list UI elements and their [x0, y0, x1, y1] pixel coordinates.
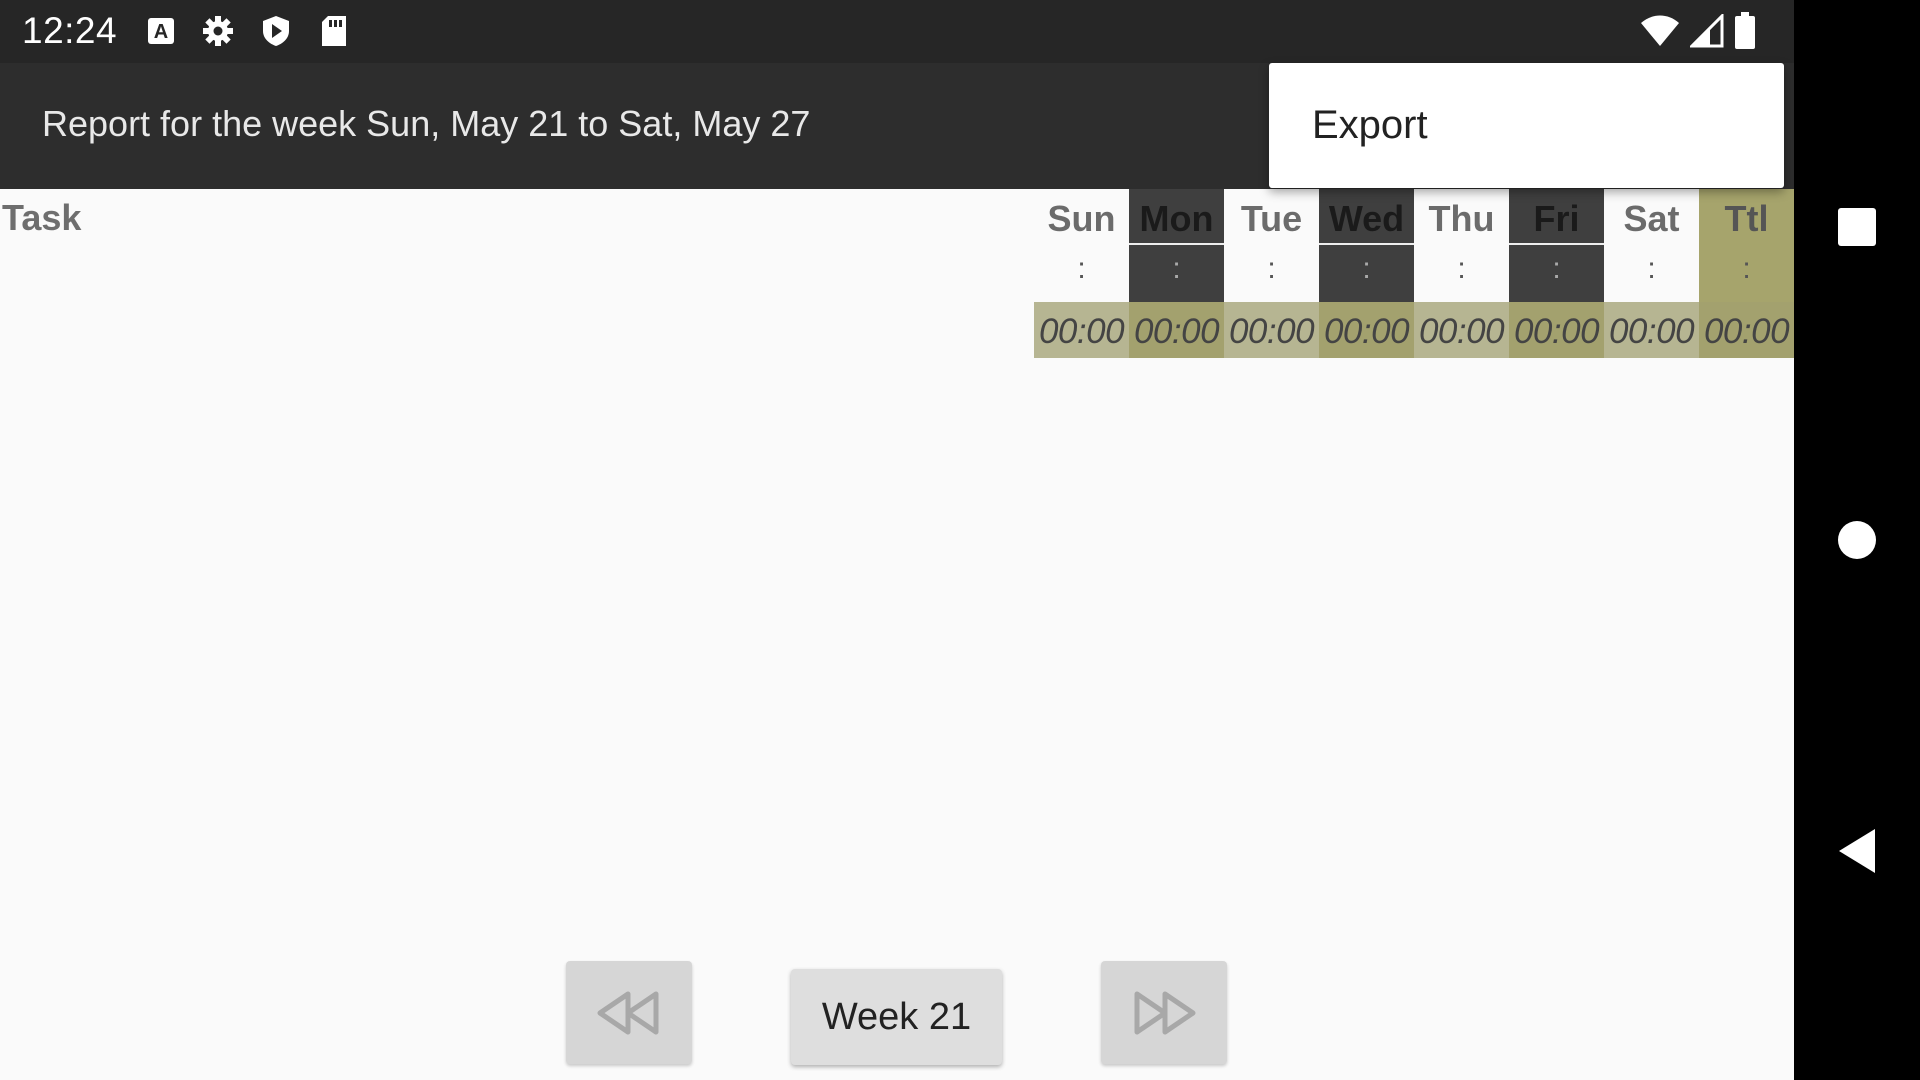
week-button[interactable]: Week 21: [791, 969, 1002, 1065]
cell-signal-icon: [1690, 14, 1724, 48]
day-total: 00:00: [1509, 302, 1604, 358]
day-total: 00:00: [1319, 302, 1414, 358]
fast-forward-icon: [1134, 991, 1196, 1034]
day-header: Fri: [1509, 189, 1604, 245]
play-shield-icon: [263, 16, 289, 46]
day-total: 00:00: [1414, 302, 1509, 358]
menu-item-export[interactable]: Export: [1312, 103, 1428, 148]
status-time: 12:24: [22, 10, 118, 51]
status-bar: 12:24 A: [0, 0, 1794, 63]
report-content: Task Sun : 00:00 Mon : 00:00 Tue : 00:00…: [0, 189, 1794, 1080]
day-header: Wed: [1319, 189, 1414, 245]
home-button[interactable]: [1794, 495, 1920, 585]
day-total: 00:00: [1604, 302, 1699, 358]
system-navigation-bar: [1794, 0, 1920, 1080]
day-total: 00:00: [1034, 302, 1129, 358]
week-total: 00:00: [1699, 302, 1794, 358]
day-time-cell: :: [1414, 245, 1509, 302]
total-column: Ttl : 00:00: [1699, 189, 1794, 358]
week-grid: Sun : 00:00 Mon : 00:00 Tue : 00:00 Wed …: [1034, 189, 1794, 358]
wifi-icon: [1641, 15, 1679, 46]
battery-icon: [1735, 12, 1755, 49]
day-column-mon: Mon : 00:00: [1129, 189, 1224, 358]
day-header: Mon: [1129, 189, 1224, 245]
total-time-cell: :: [1699, 245, 1794, 302]
overflow-menu: Export: [1269, 63, 1784, 188]
home-icon: [1838, 521, 1876, 559]
rewind-icon: [597, 991, 659, 1034]
back-button[interactable]: [1794, 806, 1920, 896]
next-week-button[interactable]: [1101, 961, 1227, 1064]
day-column-fri: Fri : 00:00: [1509, 189, 1604, 358]
day-total: 00:00: [1129, 302, 1224, 358]
day-time-cell: :: [1319, 245, 1414, 302]
sd-card-icon: [322, 16, 346, 46]
recents-button[interactable]: [1794, 182, 1920, 272]
back-icon: [1839, 829, 1875, 873]
day-column-thu: Thu : 00:00: [1414, 189, 1509, 358]
day-column-wed: Wed : 00:00: [1319, 189, 1414, 358]
day-header: Sat: [1604, 189, 1699, 245]
page-title: Report for the week Sun, May 21 to Sat, …: [42, 103, 811, 144]
day-time-cell: :: [1509, 245, 1604, 302]
day-time-cell: :: [1129, 245, 1224, 302]
day-column-sat: Sat : 00:00: [1604, 189, 1699, 358]
previous-week-button[interactable]: [566, 961, 692, 1064]
day-header: Thu: [1414, 189, 1509, 245]
day-time-cell: :: [1224, 245, 1319, 302]
gear-icon: [203, 16, 233, 46]
total-header: Ttl: [1699, 189, 1794, 245]
day-total: 00:00: [1224, 302, 1319, 358]
day-column-tue: Tue : 00:00: [1224, 189, 1319, 358]
day-column-sun: Sun : 00:00: [1034, 189, 1129, 358]
svg-text:A: A: [154, 21, 168, 43]
day-header: Sun: [1034, 189, 1129, 245]
day-header: Tue: [1224, 189, 1319, 245]
day-time-cell: :: [1604, 245, 1699, 302]
day-time-cell: :: [1034, 245, 1129, 302]
status-right-icons: [1640, 12, 1756, 50]
font-a-icon: A: [148, 18, 174, 44]
recents-icon: [1838, 208, 1876, 246]
task-column-header: Task: [2, 197, 82, 238]
